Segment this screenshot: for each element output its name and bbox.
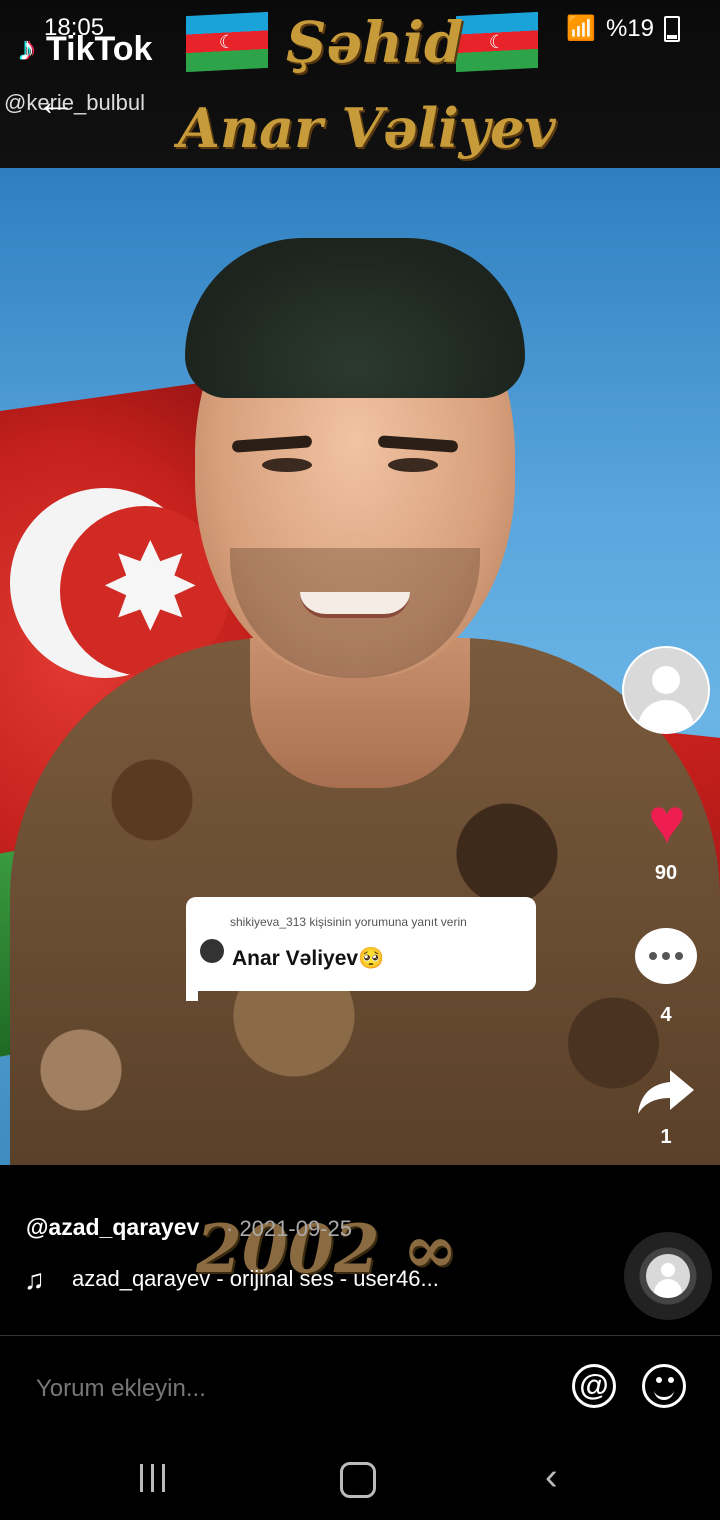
share-count: 1 — [660, 1126, 672, 1148]
azerbaijan-flag-icon: ☾ — [456, 11, 538, 73]
reply-sticker-avatar — [200, 939, 224, 963]
back-arrow-icon[interactable]: ← — [36, 80, 76, 125]
at-mention-icon[interactable]: @ — [572, 1364, 616, 1408]
video-title-line2: Anar Vəliyev — [178, 96, 556, 160]
comment-input[interactable] — [34, 1368, 538, 1410]
status-icons: 📶 %19 — [566, 14, 680, 43]
comment-icon[interactable] — [635, 928, 697, 984]
comment-count: 4 — [660, 1004, 672, 1026]
battery-percent: %19 — [605, 14, 654, 42]
home-icon[interactable] — [340, 1462, 376, 1498]
avatar-body — [638, 700, 694, 732]
divider — [0, 1335, 720, 1336]
reply-sticker-text: Anar Vəliyev🥺 — [232, 947, 385, 970]
sticker-tail — [186, 973, 198, 1001]
music-disc[interactable] — [624, 1232, 712, 1320]
system-navbar: ‹ — [0, 1440, 720, 1520]
like-heart-icon[interactable]: ♥ — [636, 789, 698, 853]
video-frame: ✸ — [0, 168, 720, 1165]
recent-apps-icon[interactable] — [140, 1464, 165, 1492]
caption-date: · 2021-09-25 — [226, 1216, 352, 1241]
battery-icon — [664, 15, 680, 42]
disc-avatar — [646, 1254, 690, 1298]
share-arrow-icon[interactable] — [636, 1066, 696, 1118]
tiktok-logo-icon: ♪ — [18, 30, 36, 68]
creator-avatar[interactable] — [622, 646, 710, 734]
video-player[interactable]: ✸ ☾ ☾ Şəhid Anar Vəliyev ♪ TikTok @kerie… — [0, 0, 720, 1335]
hair — [185, 238, 525, 398]
emoji-icon[interactable] — [642, 1364, 686, 1408]
music-note-icon: ♫ — [24, 1264, 45, 1295]
like-count: 90 — [654, 862, 678, 884]
mouth — [300, 592, 410, 618]
status-time: 18:05 — [44, 14, 105, 41]
eye-left — [262, 458, 312, 472]
wifi-icon: 📶 — [566, 15, 596, 42]
nav-back-icon[interactable]: ‹ — [545, 1456, 558, 1499]
azerbaijan-flag-icon: ☾ — [186, 11, 268, 73]
music-title[interactable]: azad_qarayev - orijinal ses - user46... — [72, 1266, 439, 1292]
video-title-line1: Şəhid — [286, 10, 464, 76]
reply-comment-sticker: shikiyeva_313 kişisinin yorumuna yanıt v… — [186, 897, 536, 1001]
caption-username[interactable]: @azad_qarayev — [26, 1214, 199, 1241]
eye-right — [388, 458, 438, 472]
flag-star: ✸ — [100, 521, 201, 655]
avatar-head — [652, 666, 680, 694]
reply-sticker-header: shikiyeva_313 kişisinin yorumuna yanıt v… — [230, 915, 467, 929]
